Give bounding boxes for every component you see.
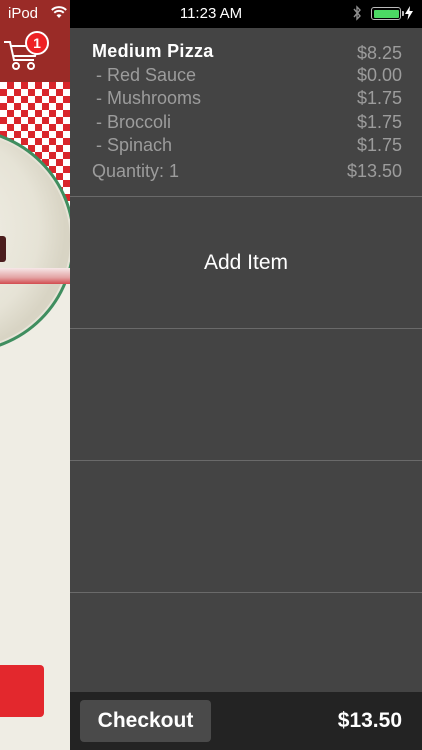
option-price: $0.00 xyxy=(356,65,402,85)
option-price: $1.75 xyxy=(356,135,402,155)
checkout-button[interactable]: Checkout xyxy=(80,700,211,742)
item-price: $8.25 xyxy=(356,43,402,63)
cart-drawer: Medium Pizza $8.25 - Red Sauce $0.00 - M… xyxy=(70,28,422,692)
underlying-page xyxy=(0,0,70,750)
option-price: $1.75 xyxy=(356,88,402,108)
page-action-button[interactable] xyxy=(0,665,44,717)
add-item-button[interactable]: Add Item xyxy=(70,197,422,329)
pizza-plate-detail xyxy=(0,236,6,262)
empty-cart-slot xyxy=(70,461,422,593)
bluetooth-icon xyxy=(353,5,361,21)
checkout-bar: Checkout $13.50 xyxy=(70,692,422,750)
empty-cart-slot xyxy=(70,329,422,461)
quantity-label: Quantity: 1 xyxy=(92,161,180,181)
line-total: $13.50 xyxy=(346,161,402,181)
battery-icon xyxy=(371,7,404,20)
option-label: - Red Sauce xyxy=(96,65,197,85)
item-name: Medium Pizza xyxy=(92,41,214,61)
option-label: - Mushrooms xyxy=(96,88,202,108)
option-label: - Spinach xyxy=(96,135,173,155)
order-total: $13.50 xyxy=(337,709,402,732)
option-price: $1.75 xyxy=(356,112,402,132)
status-bar: iPod 11:23 AM xyxy=(0,0,422,28)
option-label: - Broccoli xyxy=(96,112,172,132)
cart-line-item[interactable]: Medium Pizza $8.25 - Red Sauce $0.00 - M… xyxy=(70,28,422,197)
cart-count-badge: 1 xyxy=(25,31,49,55)
battery-level xyxy=(373,9,399,18)
charging-icon xyxy=(405,6,413,20)
plate-shadow-band xyxy=(0,268,70,284)
